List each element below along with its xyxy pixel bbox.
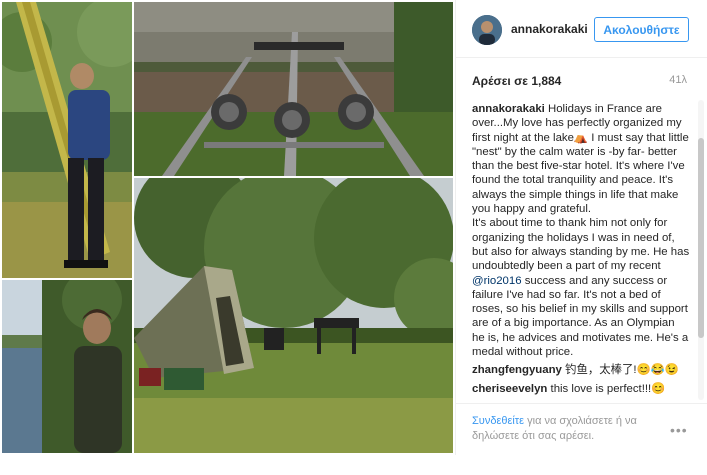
caption-paragraph-2: It's about time to thank him not only fo… [472,216,690,359]
post-header: annakorakaki Ακολουθήστε [456,0,707,58]
login-prompt: Συνδεθείτε για να σχολιάσετε ή να δηλώσε… [472,414,662,444]
comment-item: zhangfengyuany 钓鱼，太棒了!😊😂😉 [472,363,690,377]
post-photo-collage[interactable] [0,0,453,455]
photo-woman-rod-bag [2,2,132,278]
scrollbar-thumb[interactable] [698,138,704,338]
comment-author[interactable]: cheriseevelyn [472,383,547,395]
follow-button[interactable]: Ακολουθήστε [594,17,689,42]
comment-author[interactable]: zhangfengyuany [472,364,562,376]
login-link[interactable]: Συνδεθείτε [472,415,524,427]
caption-text-2a: It's about time to thank him not only fo… [472,217,690,273]
post-age[interactable]: 41λ [669,74,687,86]
caption-text-2b: success and any success or failure I've … [472,274,689,359]
comments-scrollbar[interactable] [698,100,704,400]
more-options-icon[interactable]: ••• [670,422,688,438]
avatar[interactable] [472,15,502,45]
photo-man-by-lake [2,280,132,453]
photo-rod-pod [134,2,453,176]
mention-link[interactable]: @rio2016 [472,275,522,287]
comment-text: 钓鱼，太棒了!😊😂😉 [565,364,680,377]
caption: annakorakaki Holidays in France are over… [472,102,690,216]
comment-item: cheriseevelyn this love is perfect!!!😊 [472,382,690,396]
comment-text: this love is perfect!!!😊 [550,382,666,395]
post-side-panel: annakorakaki Ακολουθήστε Αρέσει σε 1,884… [455,0,707,455]
photo-tent-camp [134,178,453,453]
post-footer: Συνδεθείτε για να σχολιάσετε ή να δηλώσε… [456,403,707,455]
caption-text-1: Holidays in France are over...My love ha… [472,103,689,216]
caption-author[interactable]: annakorakaki [472,103,545,115]
comments-list: annakorakaki Holidays in France are over… [472,102,690,400]
username-link[interactable]: annakorakaki [511,22,588,36]
likes-count[interactable]: Αρέσει σε 1,884 [472,74,561,88]
